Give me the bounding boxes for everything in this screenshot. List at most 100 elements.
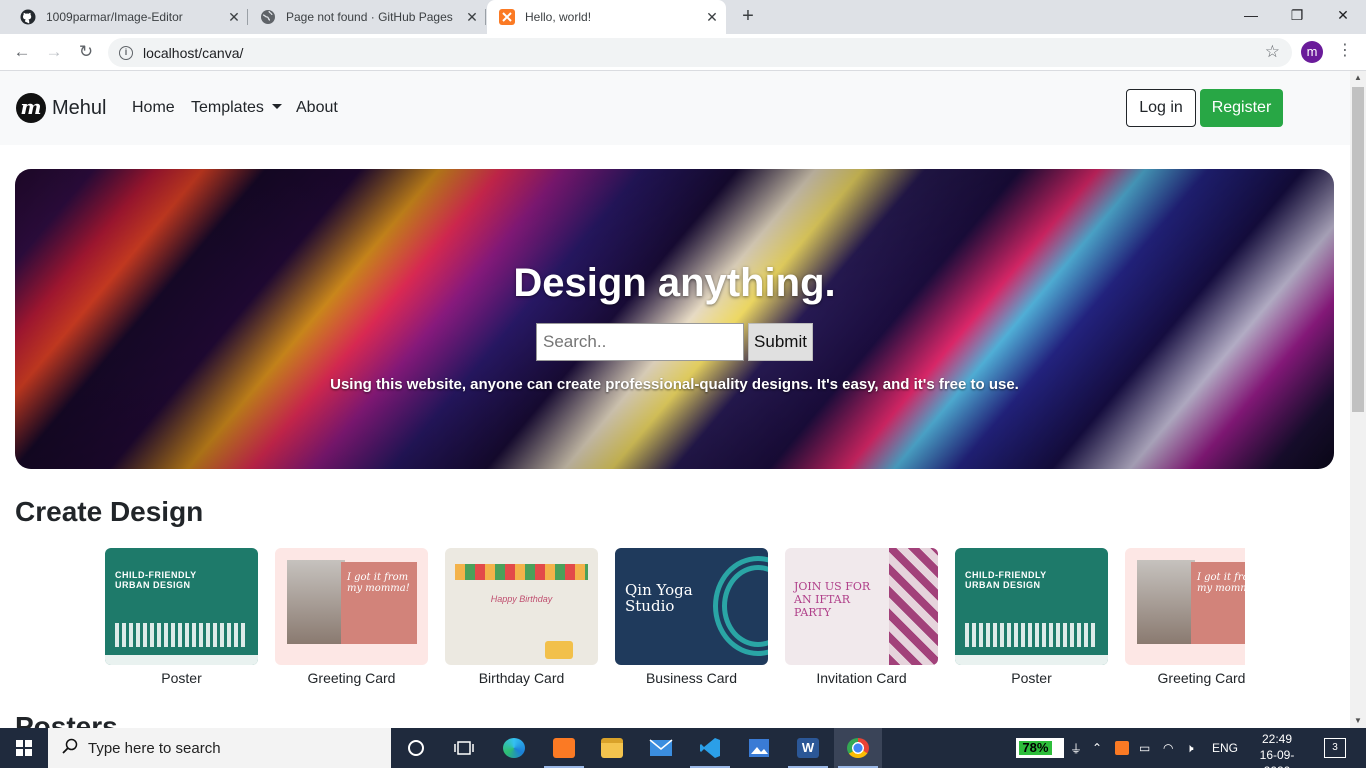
taskbar-search-box[interactable]: Type here to search: [48, 728, 391, 768]
register-button[interactable]: Register: [1200, 89, 1283, 127]
bookmark-star-icon[interactable]: ☆: [1265, 42, 1280, 62]
xampp-icon: [499, 9, 515, 25]
xampp-taskbar-icon[interactable]: [540, 728, 588, 768]
language-indicator[interactable]: ENG: [1212, 728, 1238, 768]
page-viewport: m Mehul Home Templates About Log in Regi…: [0, 71, 1350, 728]
design-card-poster[interactable]: CHILD-FRIENDLY URBAN DESIGN Poster: [955, 548, 1108, 686]
new-tab-icon[interactable]: +: [737, 5, 759, 29]
close-tab-icon[interactable]: ✕: [462, 9, 482, 26]
hero-background-image: [15, 169, 1334, 469]
battery-indicator[interactable]: 78%: [1016, 738, 1064, 758]
brand-logo-icon: m: [16, 93, 46, 123]
windows-logo-icon: [16, 740, 32, 756]
system-clock[interactable]: 22:49 16-09-2020: [1248, 731, 1306, 768]
design-card-carousel: CHILD-FRIENDLY URBAN DESIGN Poster I got …: [105, 548, 1245, 688]
tab-title: Page not found · GitHub Pages: [286, 10, 453, 24]
tab-title: 1009parmar/Image-Editor: [46, 10, 183, 24]
clock-time: 22:49: [1261, 732, 1293, 746]
scrollbar-thumb[interactable]: [1352, 87, 1364, 412]
photos-icon[interactable]: [735, 728, 783, 768]
hero-banner: Design anything. Submit Using this websi…: [15, 169, 1334, 469]
greeting-card-thumbnail: I got it frommy momma!: [275, 548, 428, 665]
design-card-birthday[interactable]: Happy Birthday Birthday Card: [445, 548, 598, 686]
file-explorer-icon[interactable]: [588, 728, 636, 768]
nav-home[interactable]: Home: [132, 99, 175, 117]
chrome-icon[interactable]: [834, 728, 882, 768]
close-tab-icon[interactable]: ✕: [224, 9, 244, 26]
vscode-icon[interactable]: [686, 728, 734, 768]
url-text: localhost/canva/: [143, 44, 244, 61]
business-card-thumbnail: Qin Yoga Studio: [615, 548, 768, 665]
hero-tagline: Using this website, anyone can create pr…: [330, 376, 1019, 393]
volume-muted-icon[interactable]: 🕨: [1186, 728, 1194, 768]
poster-thumbnail: CHILD-FRIENDLY URBAN DESIGN: [955, 548, 1108, 665]
mail-icon[interactable]: [637, 728, 685, 768]
scroll-down-icon[interactable]: ▼: [1350, 714, 1366, 728]
chevron-up-icon[interactable]: ⌃: [1092, 728, 1102, 768]
clock-date: 16-09-2020: [1259, 748, 1295, 768]
scroll-up-icon[interactable]: ▲: [1350, 71, 1366, 85]
site-brand[interactable]: m Mehul: [16, 93, 106, 123]
tab-image-editor[interactable]: 1009parmar/Image-Editor ✕: [8, 0, 248, 34]
notification-center-icon[interactable]: 3: [1324, 738, 1346, 758]
nav-templates-label: Templates: [191, 99, 264, 116]
site-info-icon[interactable]: i: [119, 45, 133, 60]
design-card-greeting[interactable]: I got it frommy momma! Greeting Card: [275, 548, 428, 686]
wifi-icon[interactable]: ◠: [1163, 728, 1173, 768]
xampp-tray-icon[interactable]: [1115, 728, 1129, 768]
login-button[interactable]: Log in: [1126, 89, 1196, 127]
globe-icon: [260, 9, 276, 25]
edge-icon[interactable]: [490, 728, 538, 768]
tab-title: Hello, world!: [525, 10, 592, 24]
power-plug-icon[interactable]: ⏚: [1070, 728, 1082, 768]
back-arrow-icon[interactable]: ←: [10, 41, 34, 65]
search-icon: [62, 738, 78, 759]
word-icon[interactable]: W: [784, 728, 832, 768]
more-menu-icon[interactable]: ⋮: [1337, 41, 1353, 61]
design-card-label: Poster: [1011, 670, 1052, 686]
minimize-icon[interactable]: —: [1228, 0, 1274, 30]
taskbar-search-placeholder: Type here to search: [88, 739, 221, 757]
design-card-label: Greeting Card: [307, 670, 396, 686]
address-bar[interactable]: i localhost/canva/ ☆: [108, 38, 1292, 67]
design-card-invitation[interactable]: JOIN US FOR AN IFTAR PARTY Invitation Card: [785, 548, 938, 686]
posters-heading: Posters: [15, 711, 118, 728]
browser-toolbar: ← → ↻ i localhost/canva/ ☆: [0, 34, 1366, 71]
forward-arrow-icon[interactable]: →: [42, 41, 66, 65]
windows-taskbar: Type here to search W 78% ⏚ ⌃ ▭ ◠ 🕨 ENG …: [0, 728, 1366, 768]
poster-thumbnail: CHILD-FRIENDLY URBAN DESIGN: [105, 548, 258, 665]
design-card-label: Invitation Card: [816, 670, 907, 686]
reload-icon[interactable]: ↻: [74, 41, 98, 65]
greeting-card-thumbnail: I got it frommy momma!: [1125, 548, 1245, 665]
site-navbar: m Mehul Home Templates About Log in Regi…: [0, 71, 1350, 145]
tab-page-not-found[interactable]: Page not found · GitHub Pages ✕: [248, 0, 486, 34]
battery-tray-icon[interactable]: ▭: [1139, 728, 1150, 768]
page-scrollbar[interactable]: ▲ ▼: [1350, 71, 1366, 728]
design-card-greeting[interactable]: I got it frommy momma! Greeting Card: [1125, 548, 1245, 686]
design-card-label: Business Card: [645, 670, 738, 686]
brand-name: Mehul: [52, 96, 107, 119]
close-tab-icon[interactable]: ✕: [702, 9, 722, 26]
hero-search-input[interactable]: [536, 323, 744, 361]
restore-icon[interactable]: ❐: [1274, 0, 1320, 30]
github-icon: [20, 9, 36, 25]
birthday-card-thumbnail: Happy Birthday: [445, 548, 598, 665]
cortana-icon[interactable]: [392, 728, 440, 768]
design-card-label: Poster: [161, 670, 202, 686]
battery-level: 78%: [1019, 741, 1052, 755]
create-design-heading: Create Design: [15, 496, 204, 527]
close-window-icon[interactable]: ✕: [1320, 0, 1366, 30]
tab-hello-world[interactable]: Hello, world! ✕: [487, 0, 726, 34]
browser-tab-strip: 1009parmar/Image-Editor ✕ Page not found…: [0, 0, 1366, 34]
task-view-icon[interactable]: [440, 728, 488, 768]
design-card-label: Greeting Card: [1157, 670, 1245, 686]
design-card-poster[interactable]: CHILD-FRIENDLY URBAN DESIGN Poster: [105, 548, 258, 686]
start-button[interactable]: [0, 728, 48, 768]
hero-submit-button[interactable]: Submit: [748, 323, 813, 361]
design-card-label: Birthday Card: [478, 670, 565, 686]
dropdown-caret-icon: [271, 104, 282, 109]
design-card-business[interactable]: Qin Yoga Studio Business Card: [615, 548, 768, 686]
nav-templates[interactable]: Templates: [191, 99, 282, 117]
nav-about[interactable]: About: [296, 99, 338, 117]
profile-avatar[interactable]: m: [1301, 41, 1323, 63]
